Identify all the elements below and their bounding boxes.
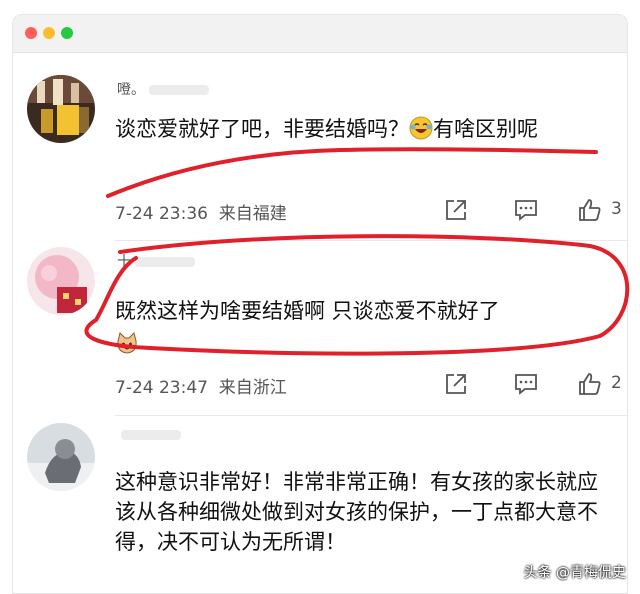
comment-username[interactable]: 噔。 — [117, 79, 209, 99]
like-thumb-icon[interactable] — [577, 371, 603, 397]
avatar[interactable] — [27, 75, 95, 143]
like-thumb-icon[interactable] — [577, 197, 603, 223]
comment-meta: 7-24 23:36 来自福建 3 — [115, 197, 622, 224]
watermark: 头条 @青梅侃史 — [523, 565, 626, 581]
maximize-window-button[interactable] — [61, 27, 73, 39]
avatar[interactable] — [27, 423, 95, 491]
comment-divider — [115, 415, 627, 416]
username-redaction — [135, 257, 195, 267]
comment-timestamp: 7-24 23:36 来自福建 — [115, 204, 287, 224]
comment-text: 这种意识非常好！非常非常正确！有女孩的家长就应该从各种细微处做到对女孩的保护，一… — [115, 470, 598, 554]
app-window: 噔。 谈恋爱就好了吧，非要结婚吗？ 有啥区别呢 7-24 23:36 来自福建 3 — [12, 14, 628, 594]
avatar[interactable] — [27, 247, 95, 315]
laugh-cry-emoji-icon — [409, 116, 433, 140]
comment-text: 既然这样为啥要结婚啊 只谈恋爱不就好了 — [115, 295, 615, 361]
close-window-button[interactable] — [25, 27, 37, 39]
comment-username[interactable]: 十 — [117, 251, 195, 271]
like-count: 2 — [611, 373, 622, 393]
username-redaction — [121, 430, 181, 440]
comment-timestamp: 7-24 23:47 来自浙江 — [115, 378, 287, 398]
like-count: 3 — [611, 199, 622, 219]
comment-username[interactable] — [117, 427, 181, 443]
cat-emoji-icon — [115, 331, 139, 355]
comment-divider — [115, 240, 627, 241]
comment-text: 谈恋爱就好了吧，非要结婚吗？ 有啥区别呢 — [115, 116, 538, 141]
comment-icon[interactable] — [513, 371, 539, 397]
minimize-window-button[interactable] — [43, 27, 55, 39]
title-bar — [13, 15, 627, 53]
share-icon[interactable] — [443, 371, 469, 397]
comment-icon[interactable] — [513, 197, 539, 223]
username-redaction — [149, 85, 209, 95]
comment-meta: 7-24 23:47 来自浙江 2 — [115, 371, 622, 398]
share-icon[interactable] — [443, 197, 469, 223]
